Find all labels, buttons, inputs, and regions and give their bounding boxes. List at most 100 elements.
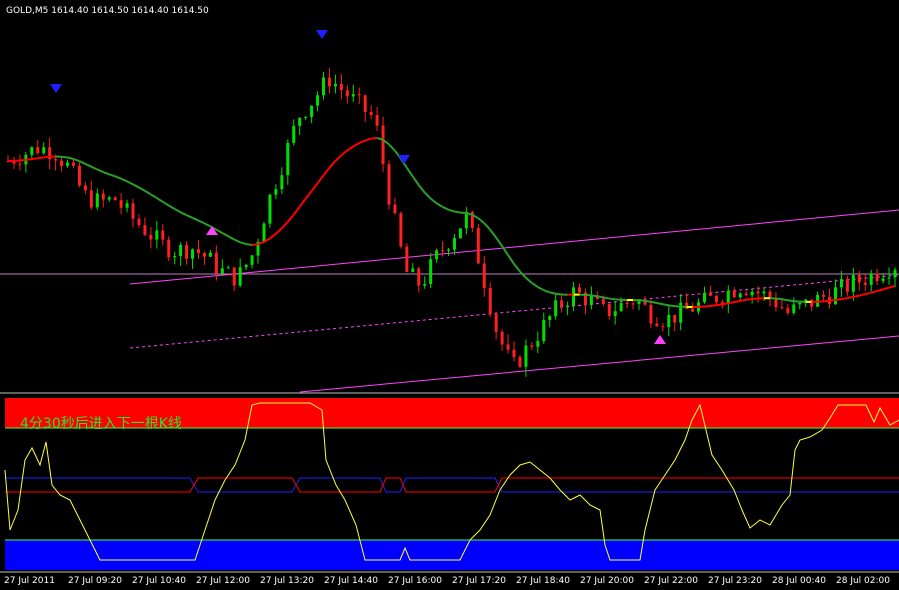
candle-body bbox=[512, 349, 516, 358]
mt4-chart-window[interactable]: GOLD,M5 1614.40 1614.50 1614.40 1614.50 … bbox=[0, 0, 899, 590]
candle-body bbox=[560, 300, 564, 307]
moving-average-segment bbox=[662, 303, 669, 307]
time-axis-tick: 28 Jul 00:40 bbox=[772, 576, 826, 586]
sell-signal-arrow-icon bbox=[50, 84, 62, 93]
moving-average-segment bbox=[746, 297, 753, 301]
candle-body bbox=[833, 287, 837, 305]
channel-lower bbox=[299, 335, 899, 393]
moving-average-segment bbox=[132, 183, 140, 189]
candle-body bbox=[399, 213, 403, 247]
ohlc-high: 1614.50 bbox=[91, 6, 129, 16]
candle-body bbox=[405, 246, 409, 273]
moving-average-segment bbox=[227, 235, 235, 241]
moving-average-segment bbox=[269, 233, 277, 240]
moving-average-segment bbox=[310, 182, 319, 192]
candle-body bbox=[66, 162, 70, 166]
channel-upper bbox=[129, 209, 899, 285]
candle-body bbox=[893, 269, 897, 278]
candle-body bbox=[286, 142, 290, 176]
candle-body bbox=[36, 147, 40, 154]
candle-body bbox=[548, 316, 552, 320]
moving-average-segment bbox=[864, 291, 872, 296]
ohlc-low: 1614.40 bbox=[131, 6, 169, 16]
moving-average-segment bbox=[495, 237, 503, 247]
moving-average-segment bbox=[668, 304, 675, 308]
oversold-zone bbox=[5, 540, 899, 570]
moving-average-segment bbox=[328, 160, 337, 169]
candle-body bbox=[101, 193, 105, 200]
candle-body bbox=[191, 249, 195, 259]
chart-canvas[interactable] bbox=[0, 0, 899, 590]
candle-body bbox=[750, 291, 754, 296]
candle-body bbox=[423, 283, 427, 286]
candle-body bbox=[375, 115, 379, 126]
candle-body bbox=[762, 291, 766, 294]
moving-average-segment bbox=[340, 149, 348, 157]
moving-average-segment bbox=[591, 294, 598, 298]
moving-average-segment bbox=[656, 301, 664, 306]
candle-body bbox=[131, 203, 135, 219]
candle-body bbox=[411, 268, 415, 273]
moving-average-segment bbox=[716, 303, 723, 307]
candle-body bbox=[530, 345, 534, 347]
moving-average-segment bbox=[174, 208, 182, 214]
moving-average-segment bbox=[549, 291, 556, 295]
candle-body bbox=[744, 293, 748, 296]
candle-body bbox=[673, 314, 677, 323]
candle-body bbox=[137, 218, 141, 226]
moving-average-segment bbox=[585, 293, 592, 297]
candle-body bbox=[387, 164, 391, 205]
candle-body bbox=[393, 204, 397, 214]
moving-average-segment bbox=[859, 293, 866, 297]
moving-average-segment bbox=[477, 217, 485, 224]
candle-body bbox=[54, 159, 58, 161]
moving-average-segment bbox=[835, 298, 842, 301]
moving-average-segment bbox=[90, 165, 98, 171]
candle-body bbox=[42, 147, 46, 154]
moving-average-segment bbox=[346, 145, 354, 152]
moving-average-segment bbox=[424, 191, 432, 200]
moving-average-segment bbox=[734, 299, 741, 304]
moving-average-segment bbox=[411, 176, 420, 186]
moving-average-segment bbox=[298, 198, 307, 208]
moving-average-segment bbox=[186, 214, 193, 219]
moving-average-segment bbox=[454, 210, 461, 214]
candle-body bbox=[500, 331, 504, 345]
moving-average-segment bbox=[417, 184, 426, 194]
candle-body bbox=[851, 274, 855, 292]
candle-body bbox=[71, 162, 75, 166]
candle-body bbox=[60, 160, 64, 166]
candle-body bbox=[274, 189, 278, 195]
candle-body bbox=[113, 197, 117, 201]
candle-body bbox=[619, 302, 623, 312]
channel-middle bbox=[129, 274, 899, 349]
moving-average-segment bbox=[483, 222, 491, 231]
candle-body bbox=[536, 341, 540, 347]
moving-average-segment bbox=[406, 167, 414, 178]
time-axis-tick: 28 Jul 02:00 bbox=[836, 576, 890, 586]
moving-average-segment bbox=[531, 282, 539, 288]
candle-body bbox=[304, 116, 308, 118]
candle-body bbox=[173, 256, 177, 258]
moving-average-segment bbox=[102, 171, 110, 176]
moving-average-segment bbox=[781, 298, 789, 302]
moving-average-segment bbox=[888, 284, 896, 289]
moving-average-segment bbox=[841, 297, 848, 301]
candle-body bbox=[155, 230, 159, 240]
candle-body bbox=[30, 147, 34, 155]
moving-average-segment bbox=[371, 136, 378, 140]
moving-average-segment bbox=[638, 299, 646, 302]
candle-body bbox=[810, 299, 814, 307]
candle-body bbox=[577, 287, 581, 293]
candle-body bbox=[351, 94, 355, 97]
moving-average-segment bbox=[19, 158, 26, 162]
moving-average-segment bbox=[489, 229, 497, 239]
candle-body bbox=[667, 314, 671, 328]
candle-body bbox=[89, 190, 93, 208]
time-axis-tick: 27 Jul 2011 bbox=[4, 576, 55, 586]
moving-average-segment bbox=[513, 263, 521, 273]
candle-body bbox=[875, 273, 879, 282]
candle-body bbox=[655, 323, 659, 327]
candle-body bbox=[607, 303, 611, 317]
moving-average-segment bbox=[847, 295, 854, 300]
